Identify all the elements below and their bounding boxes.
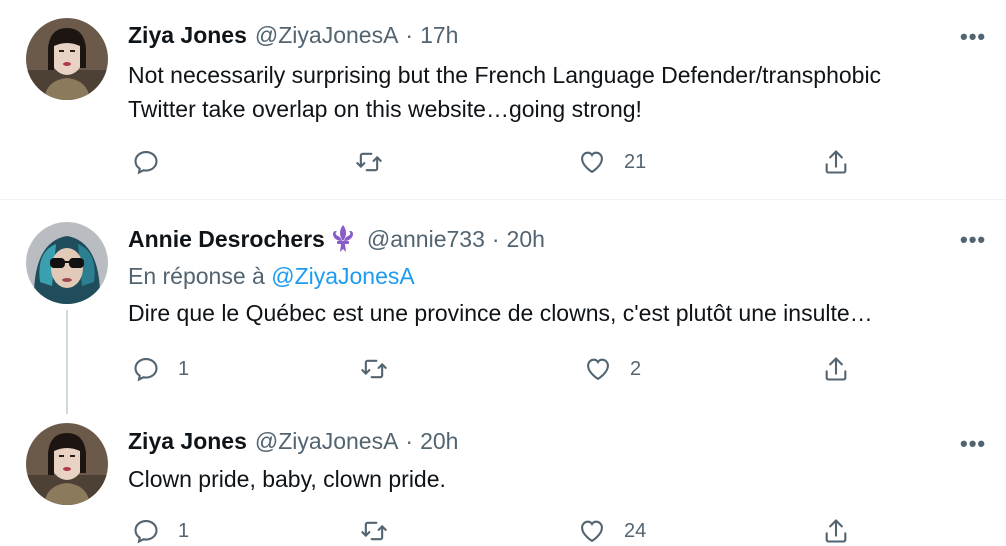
reply-button[interactable]: [132, 148, 178, 176]
tweet-text-line: Clown pride, baby, clown pride.: [128, 466, 446, 492]
user-handle[interactable]: @ZiyaJonesA: [255, 22, 399, 49]
timestamp[interactable]: 20h: [507, 226, 545, 253]
share-button[interactable]: [822, 517, 850, 545]
like-button[interactable]: 21: [578, 148, 646, 176]
reply-count: 1: [178, 357, 190, 380]
tweet-text-line: Not necessarily surprising but the Frenc…: [128, 62, 882, 88]
tweet-text: Dire que le Québec est une province de c…: [128, 296, 873, 330]
more-options-icon[interactable]: •••: [960, 24, 986, 50]
tweet-text-line: Twitter take overlap on this website…goi…: [128, 96, 642, 122]
display-name[interactable]: Ziya Jones: [128, 22, 247, 49]
retweet-button[interactable]: [355, 148, 401, 176]
retweet-icon: [361, 521, 387, 541]
avatar[interactable]: [26, 423, 108, 505]
display-name[interactable]: Annie Desrochers: [128, 226, 325, 253]
reply-count: 1: [178, 519, 190, 542]
reply-prefix: En réponse à: [128, 263, 265, 289]
avatar[interactable]: [26, 222, 108, 304]
retweet-icon: [356, 152, 382, 172]
reply-to-handle-link[interactable]: @ZiyaJonesA: [271, 263, 415, 289]
timestamp[interactable]: 20h: [420, 428, 458, 455]
user-handle[interactable]: @annie733: [367, 226, 485, 253]
more-options-icon[interactable]: •••: [960, 431, 986, 457]
reply-context: En réponse à @ZiyaJonesA: [128, 263, 415, 290]
share-button[interactable]: [822, 148, 850, 176]
share-icon: [825, 519, 847, 543]
heart-icon: [587, 358, 609, 381]
retweet-button[interactable]: [360, 517, 406, 545]
more-options-icon[interactable]: •••: [960, 227, 986, 253]
like-count: 2: [630, 357, 642, 380]
reply-button[interactable]: 1: [132, 517, 189, 545]
like-count: 21: [624, 150, 647, 173]
tweet-text: Clown pride, baby, clown pride.: [128, 462, 446, 496]
tweet-1[interactable]: Ziya Jones @ZiyaJonesA · 17h ••• Not nec…: [0, 0, 1006, 198]
tweet-2[interactable]: Annie Desrochers @annie733 · 20h ••• En …: [0, 200, 1006, 420]
like-button[interactable]: 24: [578, 517, 646, 545]
heart-icon: [581, 151, 603, 174]
reply-icon: [134, 358, 158, 382]
like-button[interactable]: 2: [584, 355, 641, 383]
tweet-3[interactable]: Ziya Jones @ZiyaJonesA · 20h ••• Clown p…: [0, 420, 1006, 546]
retweet-icon: [361, 359, 387, 379]
timestamp[interactable]: 17h: [420, 22, 458, 49]
tweet-header: Ziya Jones @ZiyaJonesA · 17h: [128, 22, 458, 49]
tweet-header: Annie Desrochers @annie733 · 20h: [128, 224, 545, 254]
tweet-text-line: Dire que le Québec est une province de c…: [128, 300, 873, 326]
separator: ·: [491, 225, 500, 252]
share-icon: [825, 150, 847, 174]
tweet-header: Ziya Jones @ZiyaJonesA · 20h: [128, 428, 458, 455]
like-count: 24: [624, 519, 647, 542]
fleur-de-lis-icon: [332, 225, 353, 252]
reply-icon: [134, 520, 158, 544]
heart-icon: [581, 520, 603, 543]
reply-icon: [134, 151, 158, 175]
share-button[interactable]: [822, 355, 850, 383]
avatar[interactable]: [26, 18, 108, 100]
display-name[interactable]: Ziya Jones: [128, 428, 247, 455]
thread-line: [66, 310, 68, 414]
separator: ·: [405, 428, 414, 454]
share-icon: [825, 357, 847, 381]
user-handle[interactable]: @ZiyaJonesA: [255, 428, 399, 455]
retweet-button[interactable]: [360, 355, 406, 383]
separator: ·: [405, 22, 414, 48]
tweet-text: Not necessarily surprising but the Frenc…: [128, 58, 881, 126]
reply-button[interactable]: 1: [132, 355, 189, 383]
